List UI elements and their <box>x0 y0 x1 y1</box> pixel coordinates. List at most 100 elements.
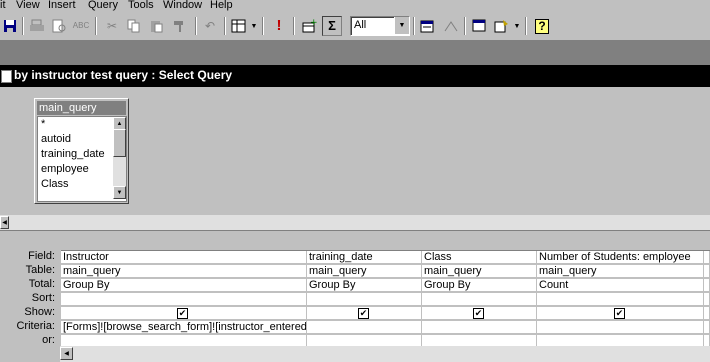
row-label-show: Show: <box>24 306 55 318</box>
row-label-or: or: <box>42 334 55 346</box>
format-painter-icon[interactable] <box>170 16 190 36</box>
build-icon[interactable] <box>441 16 461 36</box>
grid-cell-criteria[interactable] <box>704 321 710 334</box>
row-label-criteria: Criteria: <box>16 320 55 332</box>
grid-cell-sort[interactable] <box>422 293 537 306</box>
row-label-table: Table: <box>25 264 55 276</box>
grid-cell-total[interactable]: Group By <box>422 279 537 292</box>
run-icon[interactable]: ! <box>269 16 289 36</box>
row-label-total: Total: <box>28 278 55 290</box>
row-label-field: Field: <box>28 250 55 262</box>
toolbar-separator <box>293 17 295 35</box>
copy-icon[interactable] <box>124 16 144 36</box>
print-icon[interactable] <box>27 16 47 36</box>
toolbar-separator <box>413 17 415 35</box>
field-list-item[interactable]: employee <box>41 163 89 175</box>
grid-cell-sort[interactable] <box>307 293 422 306</box>
row-label-sort: Sort: <box>31 292 55 304</box>
grid-cell-table[interactable]: main_query <box>307 265 422 278</box>
mdi-background <box>0 41 710 65</box>
show-checkbox[interactable]: ✔ <box>358 308 369 319</box>
grid-cell-criteria[interactable] <box>307 321 422 334</box>
show-checkbox[interactable]: ✔ <box>614 308 625 319</box>
grid-cell-criteria[interactable] <box>422 321 537 334</box>
undo-icon[interactable]: ↶ <box>200 16 220 36</box>
grid-cell-criteria[interactable]: [Forms]![browse_search_form]![instructor… <box>61 321 307 334</box>
menu-tools[interactable]: Tools <box>128 0 154 12</box>
show-checkbox[interactable]: ✔ <box>473 308 484 319</box>
grid-cell-table[interactable]: main_query <box>537 265 704 278</box>
grid-cell-table[interactable]: main_query <box>61 265 307 278</box>
design-grid: Field: Table: Total: Sort: Show: Criteri… <box>0 237 710 362</box>
field-list-window[interactable]: main_query * autoid training_date employ… <box>34 98 129 204</box>
grid-hscrollbar[interactable]: ◀ <box>60 346 710 362</box>
grid-cell-sort[interactable] <box>61 293 307 306</box>
table-pane-hscrollbar[interactable]: ◀ <box>0 214 710 230</box>
save-icon[interactable] <box>0 16 20 36</box>
grid-cell-field[interactable]: Class <box>422 251 537 264</box>
paste-icon[interactable] <box>146 16 166 36</box>
field-list: * autoid training_date employee Class ▲ … <box>37 116 127 202</box>
query-type-icon[interactable] <box>229 16 249 36</box>
grid-cell-sort[interactable] <box>704 293 710 306</box>
menu-view[interactable]: View <box>16 0 40 12</box>
database-window-icon[interactable] <box>470 16 490 36</box>
query-window-icon[interactable] <box>1 70 12 83</box>
scroll-left-icon[interactable]: ◀ <box>0 216 9 229</box>
print-preview-icon[interactable] <box>49 16 69 36</box>
grid-cell-field[interactable]: Instructor <box>61 251 307 264</box>
grid-cell-total[interactable]: Count <box>537 279 704 292</box>
menu-query[interactable]: Query <box>88 0 118 12</box>
new-object-dropdown-icon[interactable]: ▼ <box>513 16 521 36</box>
grid-cell-sort[interactable] <box>537 293 704 306</box>
chevron-down-icon[interactable]: ▼ <box>394 17 409 34</box>
menu-insert[interactable]: Insert <box>48 0 76 12</box>
menu-edit[interactable]: it <box>0 0 6 12</box>
grid-cell-show: ✔ <box>537 307 704 320</box>
top-values-value: All <box>354 19 367 31</box>
field-list-item[interactable]: Class <box>41 178 69 190</box>
grid-cell-criteria[interactable] <box>537 321 704 334</box>
window-title: by instructor test query : Select Query <box>14 68 233 82</box>
properties-icon[interactable] <box>418 16 438 36</box>
menu-window[interactable]: Window <box>163 0 202 12</box>
cut-icon[interactable]: ✂ <box>102 16 122 36</box>
field-list-item[interactable]: autoid <box>41 133 71 145</box>
grid-cell-show: ✔ <box>61 307 307 320</box>
grid-cell-table[interactable] <box>704 265 710 278</box>
top-values-combo[interactable]: All ▼ <box>350 16 410 36</box>
grid-cell-show: ✔ <box>422 307 537 320</box>
grid-cell-total[interactable] <box>704 279 710 292</box>
new-object-icon[interactable] <box>492 16 512 36</box>
field-list-scrollbar[interactable]: ▲ ▼ <box>113 117 126 199</box>
grid-cell-show: ✔ <box>307 307 422 320</box>
field-list-item[interactable]: training_date <box>41 148 105 160</box>
grid-cell-field[interactable]: training_date <box>307 251 422 264</box>
show-checkbox[interactable]: ✔ <box>177 308 188 319</box>
grid-cell-field[interactable] <box>704 251 710 264</box>
field-list-title[interactable]: main_query <box>37 101 126 115</box>
toolbar-separator <box>22 17 24 35</box>
toolbar-separator <box>525 17 527 35</box>
menu-help[interactable]: Help <box>210 0 233 12</box>
show-table-icon[interactable]: + <box>299 16 319 36</box>
query-type-dropdown-icon[interactable]: ▼ <box>250 16 258 36</box>
totals-icon[interactable]: Σ <box>322 16 342 36</box>
spelling-icon[interactable]: ABC <box>71 16 91 36</box>
grid-cell-table[interactable]: main_query <box>422 265 537 278</box>
scroll-down-icon[interactable]: ▼ <box>113 186 126 199</box>
toolbar-separator <box>195 17 197 35</box>
toolbar-separator <box>262 17 264 35</box>
field-list-item[interactable]: * <box>41 118 45 130</box>
query-window-titlebar[interactable]: by instructor test query : Select Query <box>0 65 710 87</box>
toolbar: ABC ✂ ↶ ▼ ! + Σ All ▼ ▼ ? <box>0 13 710 41</box>
grid-cell-total[interactable]: Group By <box>61 279 307 292</box>
scroll-left-icon[interactable]: ◀ <box>60 347 73 360</box>
grid-cell-show[interactable] <box>704 307 710 320</box>
scroll-thumb[interactable] <box>113 129 126 157</box>
grid-cell-field[interactable]: Number of Students: employee <box>537 251 704 264</box>
grid-cell-total[interactable]: Group By <box>307 279 422 292</box>
column-selector-bar[interactable] <box>61 244 710 251</box>
toolbar-separator <box>224 17 226 35</box>
help-icon[interactable]: ? <box>532 16 552 36</box>
